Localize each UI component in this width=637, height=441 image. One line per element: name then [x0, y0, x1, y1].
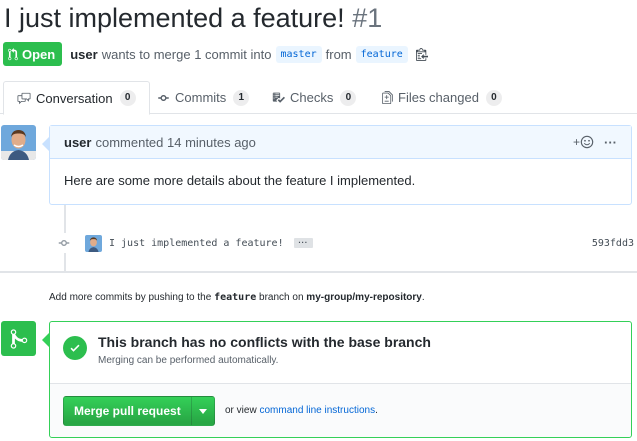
git-pull-request-icon — [8, 47, 18, 60]
merge-pull-request-button[interactable]: Merge pull request — [63, 396, 192, 426]
kebab-menu-icon[interactable]: ··· — [604, 135, 617, 150]
push-hint-suffix: . — [421, 292, 425, 303]
git-commit-icon — [158, 94, 169, 101]
tab-label: Files changed — [398, 90, 479, 105]
pr-author-link[interactable]: user — [70, 47, 97, 62]
merge-actions: Merge pull request or view command line … — [50, 384, 631, 437]
commit-row: I just implemented a feature! ··· 593fdd… — [56, 233, 634, 253]
status-badge-label: Open — [22, 46, 56, 62]
command-line-instructions-link[interactable]: command line instructions — [259, 405, 375, 416]
tab-label: Conversation — [36, 90, 113, 106]
clipboard-icon[interactable] — [415, 47, 428, 61]
comment-body: Here are some more details about the fea… — [64, 173, 416, 188]
tab-label: Checks — [290, 90, 334, 105]
tab-counter: 1 — [233, 89, 250, 106]
commit-message-link[interactable]: I just implemented a feature! — [109, 238, 284, 249]
from-text: from — [325, 46, 352, 62]
merge-alt-suffix: . — [375, 405, 378, 416]
file-diff-icon — [382, 91, 393, 104]
merge-text: wants to merge 1 commit into — [101, 46, 272, 62]
merge-box: This branch has no conflicts with the ba… — [42, 321, 632, 438]
smiley-plus-icon[interactable]: + — [573, 135, 594, 149]
status-badge: Open — [3, 42, 63, 66]
comment-header: user commented 14 minutes ago + ··· — [50, 126, 631, 159]
merge-heading: This branch has no conflicts with the ba… — [98, 334, 431, 350]
merge-alt-prefix: or view — [225, 405, 257, 416]
tab-conversation[interactable]: Conversation 0 — [3, 81, 150, 115]
comment-actions: + ··· — [573, 135, 617, 150]
triangle-down-icon — [198, 408, 207, 414]
comment-timestamp[interactable]: commented 14 minutes ago — [95, 135, 255, 150]
avatar[interactable] — [85, 234, 102, 252]
check-icon — [63, 336, 87, 360]
merge-subtext: Merging can be performed automatically. — [98, 355, 279, 366]
push-hint-middle: branch on — [259, 292, 304, 303]
merge-alternative: or view command line instructions. — [225, 405, 378, 416]
tab-label: Commits — [175, 90, 227, 105]
pr-title-text: I just implemented a feature! — [4, 3, 345, 33]
avatar[interactable] — [1, 125, 36, 160]
commit-sha-link[interactable]: 593fdd3 — [592, 238, 634, 249]
tab-counter: 0 — [119, 90, 136, 106]
merge-method-dropdown[interactable] — [191, 396, 215, 426]
tab-counter: 0 — [485, 89, 502, 106]
tab-files-changed[interactable]: Files changed 0 — [382, 81, 502, 114]
page-title: I just implemented a feature! #1 — [4, 2, 382, 34]
git-merge-icon — [1, 321, 36, 356]
base-branch[interactable]: master — [275, 45, 322, 63]
timeline-divider — [0, 271, 637, 273]
git-commit-icon — [56, 233, 72, 253]
comment-discussion-icon — [17, 92, 31, 104]
tab-counter: 0 — [340, 89, 357, 106]
push-hint-branch: feature — [214, 292, 257, 303]
pr-tabs: Conversation 0 Commits 1 Checks 0 Files … — [0, 81, 637, 115]
push-hint: Add more commits by pushing to the featu… — [49, 292, 425, 303]
head-branch[interactable]: feature — [355, 45, 408, 63]
merge-button-group: Merge pull request — [63, 396, 215, 426]
expand-commit-button[interactable]: ··· — [293, 238, 313, 248]
tab-commits[interactable]: Commits 1 — [157, 81, 250, 114]
pr-number: #1 — [352, 3, 383, 33]
comment-author-link[interactable]: user — [64, 135, 91, 150]
push-hint-repo: my-group/my-repository — [306, 292, 422, 303]
checklist-icon — [272, 92, 285, 103]
pr-meta: Open user wants to merge 1 commit into m… — [3, 42, 428, 66]
push-hint-prefix: Add more commits by pushing to the — [49, 292, 212, 303]
tab-checks[interactable]: Checks 0 — [272, 81, 357, 114]
comment-card: user commented 14 minutes ago + ··· Here… — [42, 125, 632, 205]
merge-status: This branch has no conflicts with the ba… — [50, 322, 631, 384]
